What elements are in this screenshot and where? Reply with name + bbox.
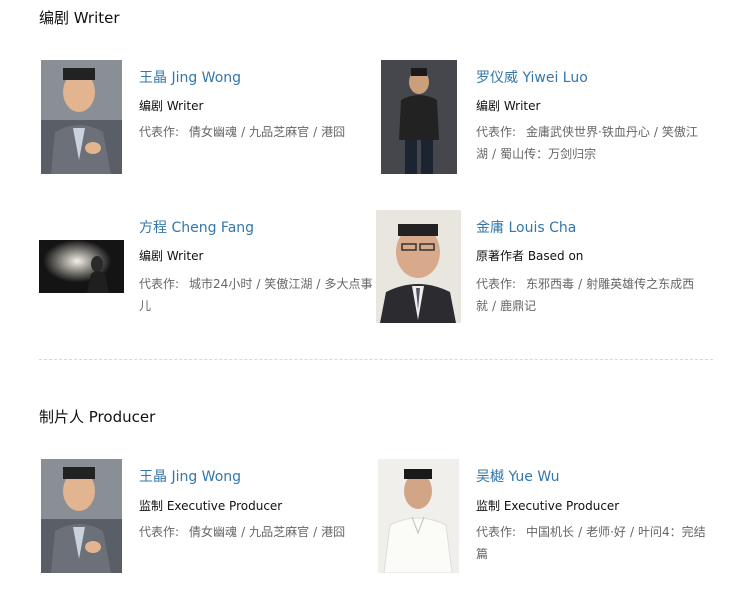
person-name-link[interactable]: 金庸 Louis Cha xyxy=(476,219,576,237)
works-label: 代表作: xyxy=(476,525,517,539)
works-label: 代表作: xyxy=(139,125,180,139)
work-link[interactable]: 城市24小时 xyxy=(189,277,252,291)
work-link[interactable]: 九品芝麻官 xyxy=(249,525,309,539)
section-title-producer: 制片人 Producer xyxy=(39,408,156,426)
person-photo[interactable] xyxy=(376,210,461,323)
works-label: 代表作: xyxy=(476,125,517,139)
person-role: 编剧 Writer xyxy=(476,99,541,113)
work-link[interactable]: 港囧 xyxy=(321,525,345,539)
work-link[interactable]: 鹿鼎记 xyxy=(500,299,536,313)
person-photo[interactable] xyxy=(41,459,122,573)
person-photo[interactable] xyxy=(381,60,457,174)
works-label: 代表作: xyxy=(476,277,517,291)
person-name-link[interactable]: 方程 Cheng Fang xyxy=(139,219,254,237)
work-link[interactable]: 倩女幽魂 xyxy=(189,525,237,539)
section-divider xyxy=(39,359,713,360)
work-link[interactable]: 笑傲江湖 xyxy=(264,277,312,291)
work-link[interactable]: 九品芝麻官 xyxy=(249,125,309,139)
work-link[interactable]: 倩女幽魂 xyxy=(189,125,237,139)
person-role: 监制 Executive Producer xyxy=(476,499,620,513)
person-role: 编剧 Writer xyxy=(139,99,204,113)
person-name-link[interactable]: 罗仪威 Yiwei Luo xyxy=(476,69,588,87)
representative-works: 代表作: 城市24小时 / 笑傲江湖 / 多大点事儿 xyxy=(139,277,373,313)
representative-works: 代表作: 东邪西毒 / 射雕英雄传之东成西就 / 鹿鼎记 xyxy=(476,277,695,313)
person-photo[interactable] xyxy=(41,60,122,174)
works-label: 代表作: xyxy=(139,525,180,539)
work-link[interactable]: 中国机长 xyxy=(526,525,574,539)
representative-works: 代表作: 金庸武侠世界·铁血丹心 / 笑傲江湖 / 蜀山传：万剑归宗 xyxy=(476,125,698,161)
person-name-link[interactable]: 吴樾 Yue Wu xyxy=(476,468,560,486)
person-photo[interactable] xyxy=(378,459,459,573)
representative-works: 代表作: 倩女幽魂 / 九品芝麻官 / 港囧 xyxy=(139,125,346,139)
person-name-link[interactable]: 王晶 Jing Wong xyxy=(139,69,241,87)
work-link[interactable]: 金庸武侠世界·铁血丹心 xyxy=(526,125,650,139)
section-title-writer: 编剧 Writer xyxy=(39,9,120,27)
work-link[interactable]: 东邪西毒 xyxy=(526,277,574,291)
person-name-link[interactable]: 王晶 Jing Wong xyxy=(139,468,241,486)
work-link[interactable]: 老师·好 xyxy=(586,525,626,539)
works-label: 代表作: xyxy=(139,277,180,291)
person-role: 监制 Executive Producer xyxy=(139,499,283,513)
person-photo[interactable] xyxy=(39,240,124,293)
representative-works: 代表作: 中国机长 / 老师·好 / 叶问4：完结篇 xyxy=(476,525,706,561)
person-role: 原著作者 Based on xyxy=(476,249,584,263)
work-link[interactable]: 港囧 xyxy=(321,125,345,139)
person-role: 编剧 Writer xyxy=(139,249,204,263)
representative-works: 代表作: 倩女幽魂 / 九品芝麻官 / 港囧 xyxy=(139,525,346,539)
work-link[interactable]: 蜀山传：万剑归宗 xyxy=(500,147,596,161)
